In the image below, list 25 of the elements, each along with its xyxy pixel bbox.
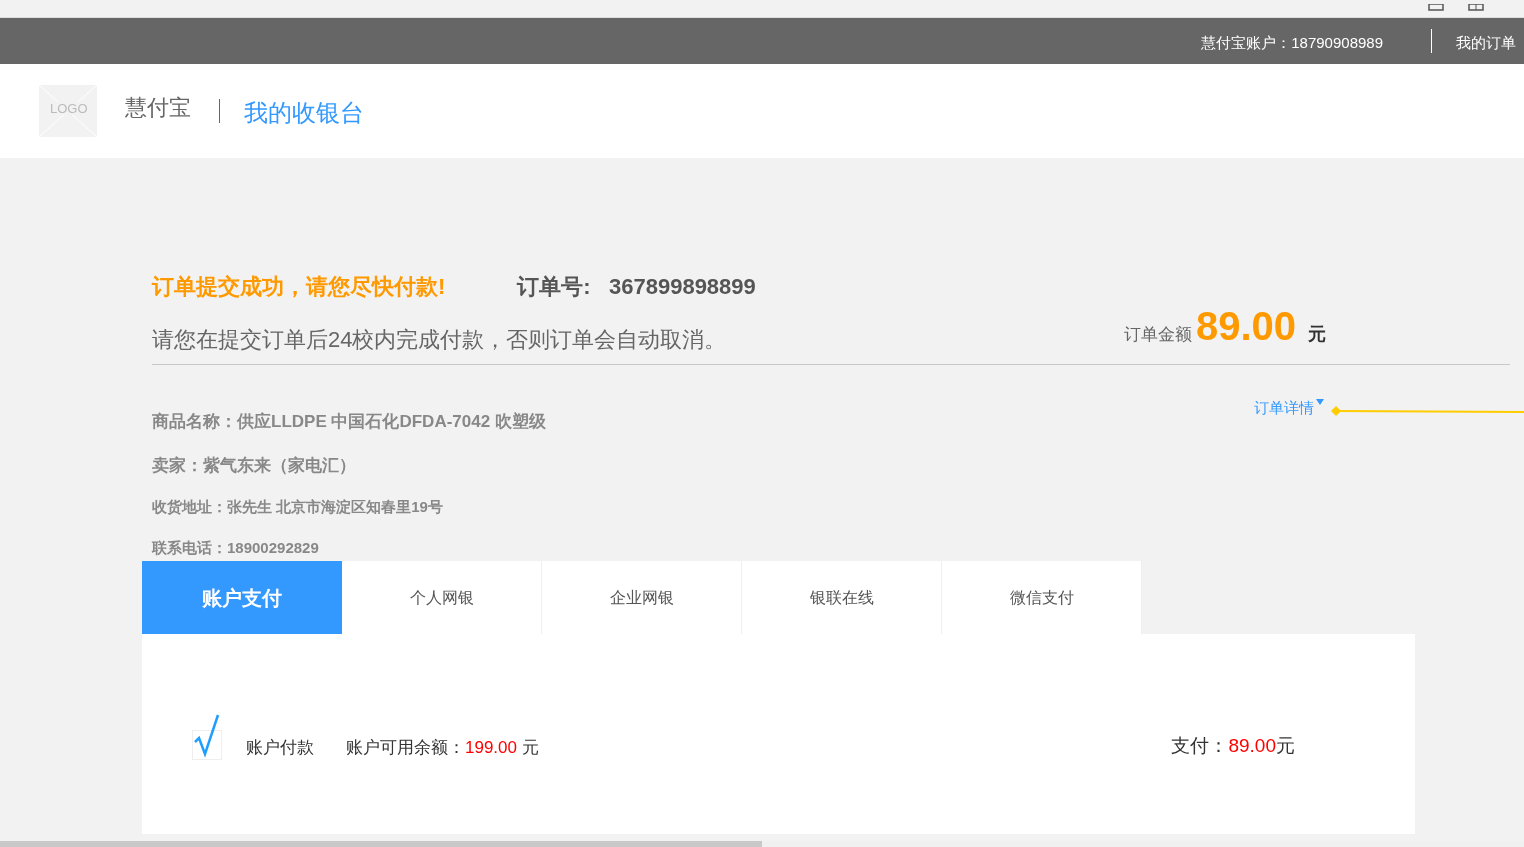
pay-amount: 支付：89.00元 <box>1171 734 1295 758</box>
my-orders-link[interactable]: 我的订单 <box>1456 27 1516 55</box>
page-title: 我的收银台 <box>244 98 364 128</box>
payment-notice: 请您在提交订单后24校内完成付款，否则订单会自动取消。 <box>152 326 728 354</box>
success-message: 订单提交成功，请您尽快付款! <box>152 273 446 301</box>
payment-tab[interactable]: 银联在线 <box>742 561 942 634</box>
order-detail-line: 收货地址：张先生 北京市海淀区知春里19号 <box>152 497 444 517</box>
checkbox[interactable] <box>192 730 222 760</box>
window-icon[interactable] <box>1428 3 1444 14</box>
order-detail-line: 卖家：紫气东来（家电汇） <box>152 454 357 477</box>
currency-unit: 元 <box>1308 323 1326 346</box>
order-detail-line: 商品名称：供应LLDPE 中国石化DFDA-7042 吹塑级 <box>152 411 546 433</box>
brand-name: 慧付宝 <box>125 93 191 122</box>
account-label: 慧付宝账户：18790908989 <box>1201 32 1383 53</box>
balance-label: 账户可用余额：199.00 元 <box>346 736 539 759</box>
order-amount: 89.00 <box>1195 306 1296 346</box>
payment-tab[interactable]: 企业网银 <box>542 561 742 634</box>
amount-label: 订单金额 <box>1123 324 1192 346</box>
payment-tab[interactable]: 个人网银 <box>342 561 542 634</box>
dropdown-caret-icon <box>1316 399 1324 405</box>
order-number: 订单号: 367899898899 <box>517 273 756 301</box>
window-icon[interactable] <box>1468 3 1484 14</box>
payment-method-label: 账户付款 <box>246 736 314 759</box>
order-detail-line: 联系电话：18900292829 <box>152 537 320 558</box>
payment-tab[interactable]: 微信支付 <box>942 561 1142 634</box>
